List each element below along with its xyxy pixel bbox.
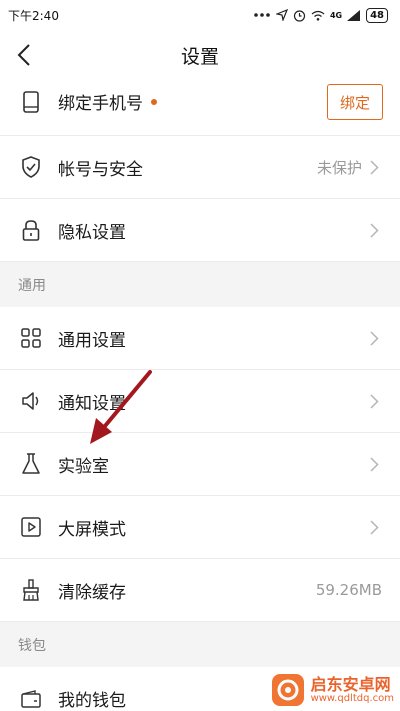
status-time: 下午2:40	[8, 8, 59, 23]
flask-icon	[20, 453, 42, 475]
section-header-wallet: 钱包	[0, 622, 400, 667]
notification-settings-row[interactable]: 通知设置	[0, 370, 400, 433]
settings-list: 绑定手机号 绑定 帐号与安全 未保护 隐私设置 通用 通用设置 通知设置 实验室…	[0, 68, 400, 711]
chevron-right-icon	[370, 519, 382, 535]
watermark-logo-icon	[271, 674, 304, 706]
lab-row[interactable]: 实验室	[0, 433, 400, 496]
signal-icon	[347, 9, 361, 21]
grid-icon	[20, 327, 42, 349]
navigation-icon	[275, 9, 288, 21]
watermark-title: 启东安卓网	[310, 674, 391, 694]
bind-button[interactable]: 绑定	[327, 84, 383, 120]
speaker-icon	[20, 390, 42, 412]
large-screen-mode-row[interactable]: 大屏模式	[0, 496, 400, 559]
status-icons: 4G 48	[253, 7, 388, 23]
chevron-right-icon	[370, 159, 382, 175]
privacy-settings-row[interactable]: 隐私设置	[0, 199, 400, 262]
large-screen-mode-label: 大屏模式	[58, 519, 126, 540]
account-security-label: 帐号与安全	[58, 159, 143, 180]
alarm-icon	[293, 9, 306, 22]
back-button[interactable]	[10, 38, 38, 72]
broom-icon	[20, 579, 42, 601]
clear-cache-label: 清除缓存	[58, 582, 126, 603]
cache-size: 59.26MB	[315, 581, 382, 599]
status-bar: 下午2:40 4G 48	[0, 0, 400, 30]
more-dots-icon	[254, 13, 270, 17]
chevron-right-icon	[370, 393, 382, 409]
chevron-right-icon	[370, 330, 382, 346]
chevron-right-icon	[370, 456, 382, 472]
notification-dot	[151, 99, 157, 105]
bind-phone-row[interactable]: 绑定手机号 绑定	[0, 68, 400, 136]
wifi-icon	[311, 10, 325, 21]
network-type: 4G	[329, 10, 343, 20]
watermark-url: www.qdltdq.com	[310, 693, 394, 705]
watermark-text: 启东安卓网 www.qdltdq.com	[311, 676, 394, 705]
chevron-right-icon	[370, 222, 382, 238]
privacy-settings-label: 隐私设置	[58, 222, 126, 243]
wallet-icon	[20, 688, 42, 710]
section-header-general: 通用	[0, 262, 400, 307]
notification-settings-label: 通知设置	[58, 393, 126, 414]
phone-icon	[20, 90, 42, 113]
lab-label: 实验室	[58, 456, 109, 477]
chevron-left-icon	[17, 44, 30, 66]
play-icon	[20, 516, 42, 538]
general-settings-label: 通用设置	[58, 330, 126, 351]
general-settings-row[interactable]: 通用设置	[0, 307, 400, 370]
clear-cache-row[interactable]: 清除缓存 59.26MB	[0, 559, 400, 622]
lock-icon	[20, 219, 42, 241]
account-security-status: 未保护	[316, 158, 362, 177]
account-security-row[interactable]: 帐号与安全 未保护	[0, 136, 400, 199]
battery-level: 48	[366, 7, 388, 23]
shield-icon	[20, 156, 42, 178]
watermark: 启东安卓网 www.qdltdq.com	[271, 673, 394, 707]
page-title: 设置	[180, 45, 219, 68]
